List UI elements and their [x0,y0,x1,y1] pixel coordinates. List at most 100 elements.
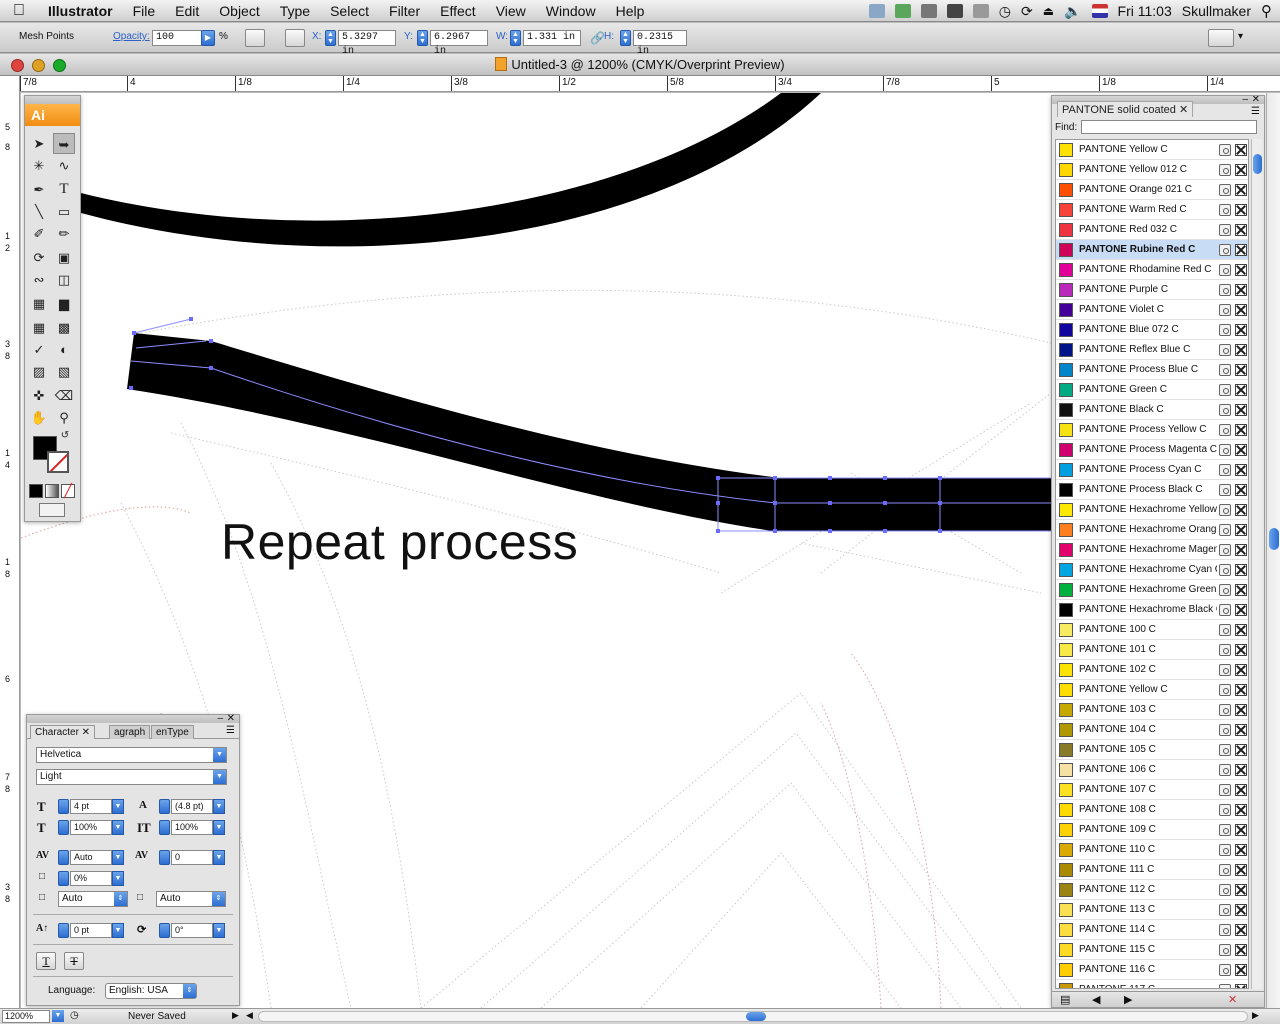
paintbrush-tool-icon[interactable]: ✐ [28,223,50,244]
mesh-point[interactable] [716,529,720,533]
graph-tool-icon[interactable]: ▆ [53,293,75,314]
previous-library-icon[interactable]: ◀ [1092,993,1100,1006]
eyedropper-tool-icon[interactable]: ✓ [28,339,50,360]
y-input[interactable]: 6.2967 in [430,30,488,57]
sync-icon[interactable]: ⟳ [1021,3,1033,20]
blend-tool-icon[interactable]: ◐ [53,339,75,360]
transform-icon[interactable] [285,29,305,47]
swatch-row[interactable]: PANTONE Hexachrome Black C [1056,600,1248,620]
horizontal-scale-dropdown[interactable]: ▼ [213,820,225,835]
spotlight-search-icon[interactable]: ⚲ [1261,2,1272,20]
tsume-stepper[interactable] [58,871,69,886]
menu-clock[interactable]: Fri 11:03 [1118,3,1172,19]
align-options-icon[interactable] [245,29,265,47]
direct-selection-tool-icon[interactable]: ➥ [53,133,75,154]
character-rotation-dropdown[interactable]: ▼ [213,923,225,938]
tapered-stroke-shape[interactable] [127,333,1061,531]
character-rotation-input[interactable]: 0° [171,923,213,938]
vertical-scale-input[interactable]: 100% [70,820,112,835]
swatch-row[interactable]: PANTONE 103 C [1056,700,1248,720]
swatch-row[interactable]: PANTONE Hexachrome Orange C [1056,520,1248,540]
swatch-row[interactable]: PANTONE Warm Red C [1056,200,1248,220]
rotate-tool-icon[interactable]: ⟳ [28,247,50,268]
tab-opentype[interactable]: enType [151,725,194,739]
apple-menu-icon[interactable]:  [0,2,38,20]
magic-wand-tool-icon[interactable]: ✳ [28,155,50,176]
canvas-vertical-scrollbar[interactable] [1266,93,1280,1008]
swatch-row[interactable]: PANTONE Hexachrome Yellow C [1056,500,1248,520]
color-mode-icon[interactable] [29,484,43,498]
app-status-icon[interactable] [894,4,911,18]
font-size-stepper[interactable] [58,799,69,814]
font-size-input[interactable]: 4 pt [70,799,112,814]
tracking-dropdown[interactable]: ▼ [213,850,225,865]
app-menu[interactable]: Illustrator [38,0,123,22]
pen-tool-icon[interactable]: ✒ [28,179,50,200]
swatch-row[interactable]: PANTONE Hexachrome Magenta C [1056,540,1248,560]
font-style-select[interactable]: Light ▼ [36,769,227,785]
w-input[interactable]: 1.331 in [523,30,581,46]
mesh-point[interactable] [828,501,832,505]
swap-fill-stroke-icon[interactable]: ↺ [58,429,72,443]
panel-menu-chevron-icon[interactable]: ▾ [1238,31,1243,42]
script-icon[interactable] [920,4,937,18]
scroll-left-icon[interactable]: ◀ [246,1010,253,1021]
zoom-dropdown-icon[interactable]: ▼ [52,1010,64,1022]
swatch-row[interactable]: PANTONE 111 C [1056,860,1248,880]
swatch-row[interactable]: PANTONE 115 C [1056,940,1248,960]
tsume-input[interactable]: 0% [70,871,112,886]
network-icon[interactable] [868,4,885,18]
tracking-stepper[interactable] [159,850,170,865]
swatch-scroll-thumb[interactable] [1253,154,1262,174]
aki-left-select[interactable]: Auto ⇕ [58,891,128,907]
baseline-shift-dropdown[interactable]: ▼ [112,923,124,938]
selection-tool-icon[interactable]: ➤ [28,133,50,154]
underline-button[interactable]: T [36,952,56,970]
menu-help[interactable]: Help [606,0,655,22]
swatch-row[interactable]: PANTONE 100 C [1056,620,1248,640]
menu-file[interactable]: File [123,0,166,22]
mesh-point[interactable] [209,366,213,370]
eraser-tool-icon[interactable]: ⌫ [53,385,75,406]
mesh-point[interactable] [773,501,777,505]
horizontal-scale-input[interactable]: 100% [171,820,213,835]
mesh-point[interactable] [189,317,193,321]
h-stepper[interactable]: ▲ ▼ [620,30,631,46]
swatch-row[interactable]: PANTONE 114 C [1056,920,1248,940]
bluetooth-icon[interactable] [946,4,963,18]
mesh-point[interactable] [716,501,720,505]
free-transform-tool-icon[interactable]: ◫ [53,269,75,290]
screen-mode-icon[interactable] [39,503,65,517]
status-cycle-icon[interactable]: ◷ [70,1010,79,1021]
stroke-color-swatch[interactable] [47,451,69,473]
swatch-row[interactable]: PANTONE 106 C [1056,760,1248,780]
flag-input-icon[interactable] [1091,4,1108,18]
swatch-row[interactable]: PANTONE Process Black C [1056,480,1248,500]
gradient-tool-icon[interactable]: ▩ [53,317,75,338]
vertical-ruler[interactable]: 5 8 1 2 3 8 1 4 1 8 6 7 8 3 8 [0,76,20,1008]
swatch-row[interactable]: PANTONE Process Magenta C [1056,440,1248,460]
mesh-point[interactable] [883,501,887,505]
swatch-row[interactable]: PANTONE Rhodamine Red C [1056,260,1248,280]
baseline-shift-input[interactable]: 0 pt [70,923,112,938]
leading-input[interactable]: (4.8 pt) [171,799,213,814]
swatch-row[interactable]: PANTONE Yellow C [1056,140,1248,160]
mesh-point[interactable] [938,529,942,533]
mesh-point[interactable] [828,529,832,533]
x-input[interactable]: 5.3297 in [338,30,396,57]
tools-panel-grip[interactable] [25,96,80,104]
mesh-point[interactable] [883,529,887,533]
aki-right-select[interactable]: Auto ⇕ [156,891,226,907]
kerning-stepper[interactable] [58,850,69,865]
swatch-row[interactable]: PANTONE Blue 072 C [1056,320,1248,340]
swatch-row[interactable]: PANTONE 108 C [1056,800,1248,820]
lasso-tool-icon[interactable]: ∿ [53,155,75,176]
swatch-list[interactable]: PANTONE Yellow C PANTONE Yellow 012 C PANT… [1055,139,1249,989]
swatch-row[interactable]: PANTONE Process Yellow C [1056,420,1248,440]
collapse-panel-icon[interactable]: – [1242,96,1248,105]
character-panel-grip[interactable] [27,715,239,723]
character-rotation-stepper[interactable] [159,923,170,938]
close-panel-icon[interactable]: ✕ [1252,96,1260,105]
zoom-tool-icon[interactable]: ⚲ [53,407,75,428]
mesh-point[interactable] [938,501,942,505]
